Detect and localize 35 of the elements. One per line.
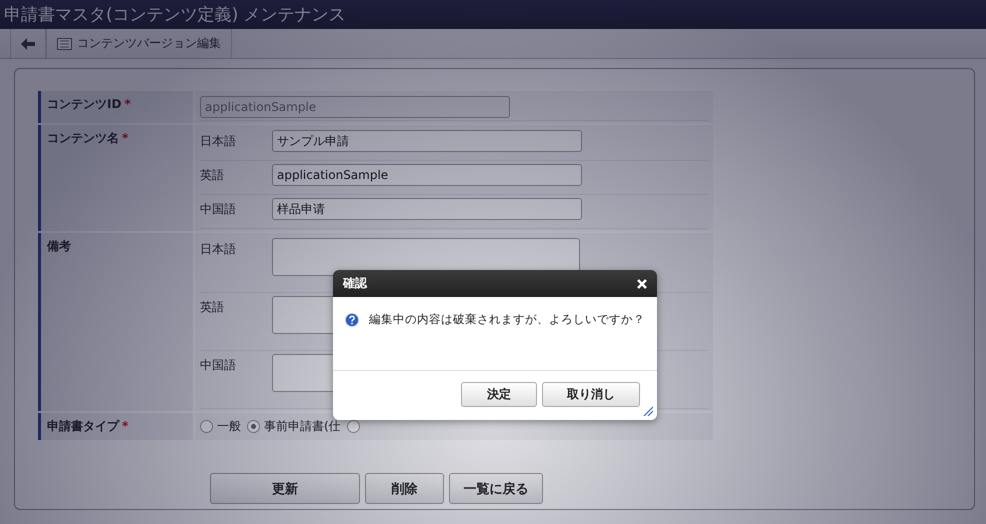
required-mark: * (122, 419, 128, 433)
radio-button[interactable] (346, 420, 360, 433)
required-mark: * (124, 97, 131, 111)
action-button[interactable]: 削除 (365, 473, 444, 504)
field-label: コンテンツ名 * (38, 125, 193, 231)
list-icon (57, 38, 72, 50)
field-label: コンテンツID * (38, 91, 193, 123)
language-label: 中国語 (200, 201, 237, 218)
dialog-title: 確認 (343, 275, 367, 292)
back-button[interactable] (10, 29, 46, 58)
text-field[interactable]: サンプル申請 (272, 130, 582, 152)
language-label: 日本語 (200, 133, 237, 150)
language-label: 中国語 (200, 357, 237, 374)
close-icon[interactable] (637, 278, 647, 288)
language-label: 英語 (200, 299, 225, 316)
radio-button[interactable] (200, 420, 213, 433)
language-label: 日本語 (200, 241, 237, 258)
language-label: 英語 (200, 167, 225, 184)
radio-label: 一般 (217, 418, 241, 435)
radio-button[interactable] (247, 420, 260, 433)
toolbar-tab[interactable]: コンテンツバージョン編集 (46, 29, 232, 58)
dialog-button[interactable]: 決定 (461, 382, 537, 407)
radio-label: 事前申請書(仕 (264, 418, 341, 435)
back-arrow-icon (21, 38, 35, 50)
resize-grip-icon[interactable] (643, 406, 653, 416)
field-label: 申請書タイプ * (38, 413, 193, 440)
text-field[interactable]: applicationSample (272, 164, 582, 186)
text-field[interactable]: 样品申请 (272, 198, 582, 220)
action-button[interactable]: 更新 (210, 473, 360, 504)
required-mark: * (122, 131, 128, 145)
dialog-button[interactable]: 取り消し (542, 382, 640, 407)
action-button[interactable]: 一覧に戻る (449, 473, 543, 504)
dialog-message: 編集中の内容は破棄されますが、よろしいですか？ (369, 312, 645, 327)
field-label: 備考 (38, 233, 193, 411)
window-title: 申請書マスタ(コンテンツ定義) メンテナンス (0, 0, 986, 29)
